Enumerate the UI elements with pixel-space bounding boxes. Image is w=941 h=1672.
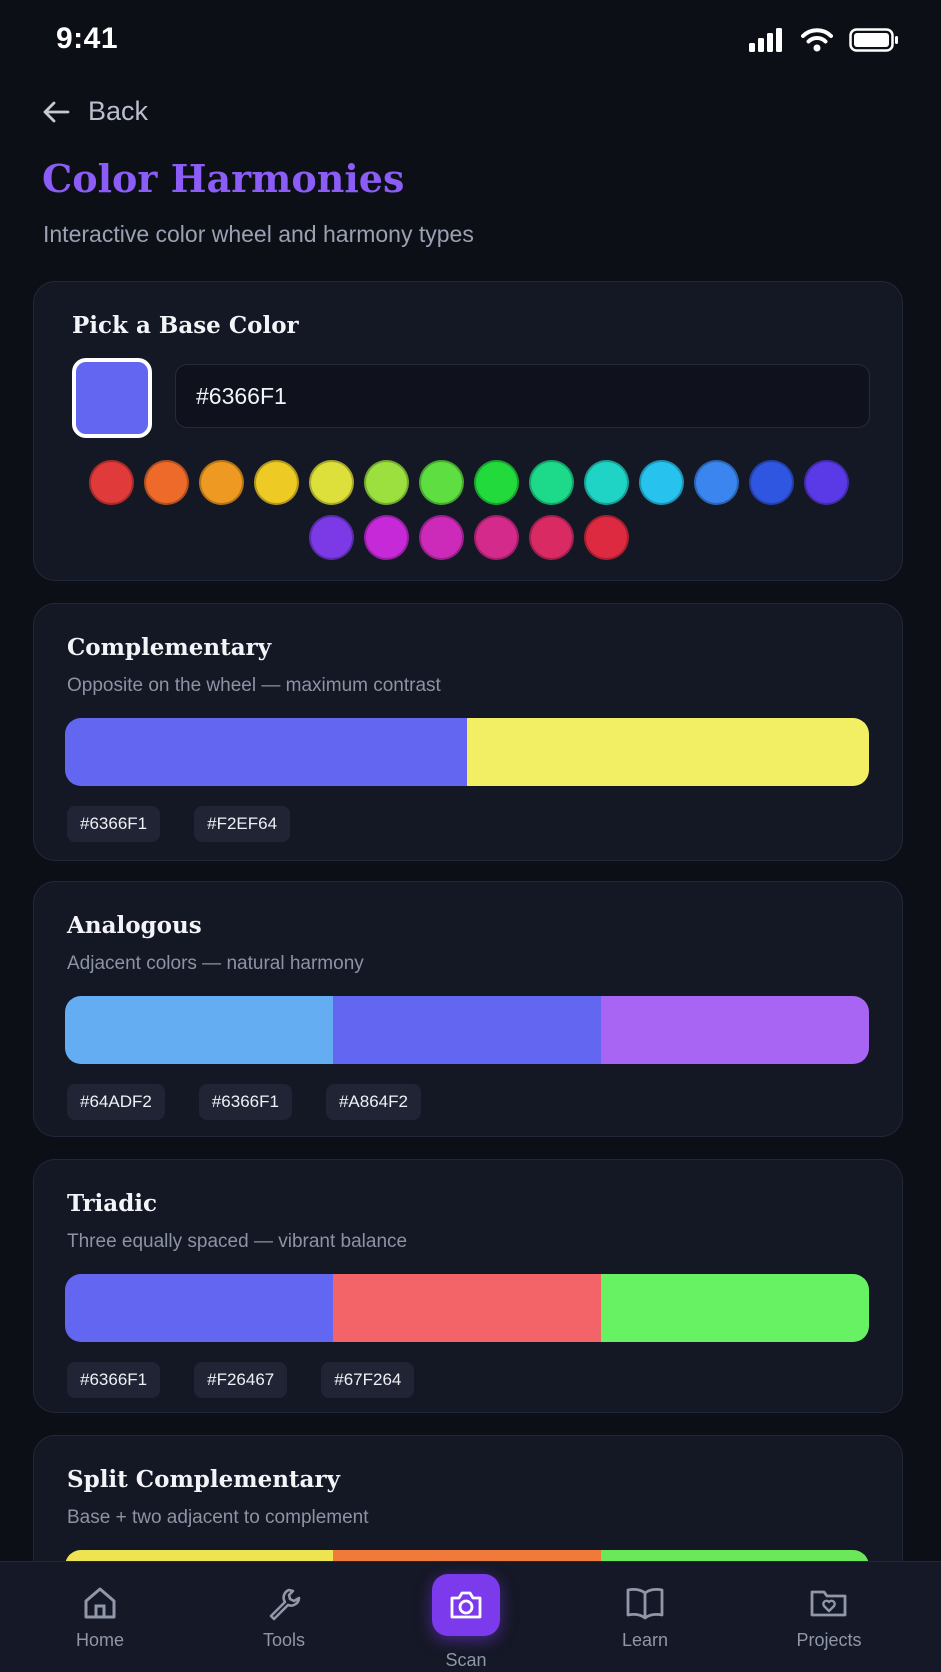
palette-dot[interactable] — [694, 460, 739, 505]
palette-dot[interactable] — [804, 460, 849, 505]
harmony-segment[interactable] — [65, 718, 467, 786]
base-color-title: Pick a Base Color — [72, 312, 299, 339]
harmony-title: Triadic — [67, 1190, 158, 1217]
battery-icon — [849, 28, 898, 52]
wrench-icon — [269, 1588, 301, 1621]
hex-input[interactable] — [175, 364, 870, 428]
palette-dot[interactable] — [364, 460, 409, 505]
home-icon — [84, 1587, 116, 1619]
palette-dot[interactable] — [584, 515, 629, 560]
palette-dot[interactable] — [584, 460, 629, 505]
base-color-card: Pick a Base Color — [33, 281, 903, 581]
nav-label: Projects — [796, 1630, 862, 1650]
hex-chip[interactable]: #F2EF64 — [194, 806, 291, 842]
palette-dot[interactable] — [639, 460, 684, 505]
harmony-segment[interactable] — [333, 1274, 601, 1342]
palette-dot[interactable] — [529, 515, 574, 560]
harmony-description: Adjacent colors — natural harmony — [67, 953, 364, 974]
harmony-bar[interactable] — [65, 1274, 869, 1342]
hex-chips: #6366F1 #F26467 #67F264 — [67, 1362, 415, 1398]
palette-dot[interactable] — [144, 460, 189, 505]
harmony-title: Complementary — [67, 634, 272, 661]
harmony-title: Split Complementary — [67, 1466, 340, 1493]
nav-tools[interactable]: Tools — [224, 1584, 344, 1651]
palette-dot[interactable] — [309, 460, 354, 505]
nav-learn[interactable]: Learn — [585, 1584, 705, 1651]
hex-chip[interactable]: #64ADF2 — [67, 1084, 165, 1120]
hex-chip[interactable]: #A864F2 — [325, 1084, 421, 1120]
harmony-segment[interactable] — [65, 996, 333, 1064]
wifi-icon — [801, 28, 833, 52]
palette-dot[interactable] — [419, 515, 464, 560]
status-icons — [749, 28, 899, 52]
base-color-swatch[interactable] — [72, 358, 152, 438]
palette-dot[interactable] — [529, 460, 574, 505]
status-bar: 9:41 — [0, 0, 941, 82]
harmony-bar[interactable] — [65, 718, 869, 786]
book-icon — [626, 1588, 664, 1620]
signal-icon — [749, 28, 782, 52]
palette-dot[interactable] — [419, 460, 464, 505]
harmony-segment[interactable] — [601, 996, 869, 1064]
hex-chip[interactable]: #F26467 — [194, 1362, 288, 1398]
harmony-card-triadic: Triadic Three equally spaced — vibrant b… — [33, 1159, 903, 1413]
arrow-left-icon — [43, 101, 70, 122]
nav-projects[interactable]: Projects — [769, 1584, 889, 1651]
page-title: Color Harmonies — [42, 156, 405, 201]
harmony-segment[interactable] — [601, 1274, 869, 1342]
palette-dot[interactable] — [749, 460, 794, 505]
hex-chips: #6366F1 #F2EF64 — [67, 806, 291, 842]
harmony-description: Opposite on the wheel — maximum contrast — [67, 675, 441, 696]
nav-label: Learn — [621, 1630, 669, 1650]
nav-scan[interactable]: Scan — [406, 1574, 526, 1671]
palette-dot[interactable] — [199, 460, 244, 505]
palette-dot[interactable] — [89, 460, 134, 505]
harmony-description: Base + two adjacent to complement — [67, 1507, 369, 1528]
harmony-description: Three equally spaced — vibrant balance — [67, 1231, 408, 1252]
palette-dot[interactable] — [364, 515, 409, 560]
hex-chip[interactable]: #6366F1 — [67, 1362, 161, 1398]
scan-button[interactable] — [432, 1574, 500, 1636]
palette-dot[interactable] — [309, 515, 354, 560]
hex-chips: #64ADF2 #6366F1 #A864F2 — [67, 1084, 421, 1120]
folder-heart-icon — [810, 1590, 847, 1617]
camera-icon — [450, 1591, 482, 1619]
bottom-nav: Home Tools Scan Learn Projects — [0, 1561, 941, 1672]
nav-label: Tools — [262, 1630, 306, 1650]
harmony-card-complementary: Complementary Opposite on the wheel — ma… — [33, 603, 903, 861]
nav-home[interactable]: Home — [40, 1584, 160, 1651]
hex-chip[interactable]: #67F264 — [321, 1362, 415, 1398]
status-time: 9:41 — [56, 22, 119, 55]
palette-dot[interactable] — [254, 460, 299, 505]
back-button[interactable]: Back — [42, 96, 148, 127]
harmony-segment[interactable] — [333, 996, 601, 1064]
harmony-title: Analogous — [67, 912, 202, 939]
palette-dot[interactable] — [474, 460, 519, 505]
harmony-bar[interactable] — [65, 996, 869, 1064]
harmony-segment[interactable] — [467, 718, 869, 786]
back-label: Back — [88, 96, 149, 126]
hex-chip[interactable]: #6366F1 — [198, 1084, 292, 1120]
palette-dot[interactable] — [474, 515, 519, 560]
nav-label: Scan — [445, 1650, 487, 1670]
nav-label: Home — [75, 1630, 124, 1650]
harmony-card-analogous: Analogous Adjacent colors — natural harm… — [33, 881, 903, 1137]
palette-dots — [64, 460, 874, 560]
hex-chip[interactable]: #6366F1 — [67, 806, 161, 842]
harmony-segment[interactable] — [65, 1274, 333, 1342]
page-subtitle: Interactive color wheel and harmony type… — [43, 221, 474, 247]
